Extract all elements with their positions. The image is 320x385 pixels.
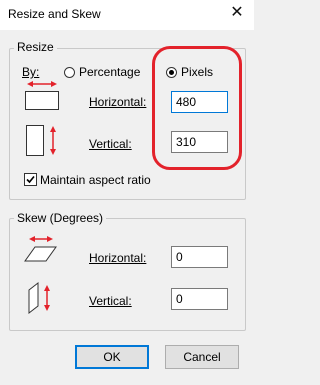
skew-vertical-icon — [28, 281, 50, 315]
resize-horizontal-icon — [25, 81, 59, 110]
ok-button[interactable]: OK — [75, 345, 149, 369]
close-icon[interactable]: ✕ — [228, 4, 246, 22]
resize-vertical-icon — [26, 125, 56, 156]
title-bar: Resize and Skew ✕ — [0, 0, 254, 30]
percentage-radio[interactable] — [64, 67, 75, 78]
checkmark-icon — [26, 175, 35, 184]
resize-horizontal-label: Horizontal: — [89, 95, 147, 109]
resize-skew-dialog: Resize and Skew ✕ Resize By: Percentage … — [0, 0, 254, 385]
resize-vertical-label: Vertical: — [89, 137, 132, 151]
by-label: By: — [22, 65, 40, 79]
resize-legend: Resize — [14, 40, 57, 54]
dialog-title: Resize and Skew — [8, 7, 101, 21]
maintain-aspect-checkbox[interactable] — [24, 173, 37, 186]
skew-horizontal-label: Horizontal: — [89, 251, 147, 265]
cancel-button[interactable]: Cancel — [165, 345, 239, 369]
skew-vertical-label: Vertical: — [89, 294, 132, 308]
percentage-label[interactable]: Percentage — [79, 65, 140, 79]
skew-horizontal-icon — [24, 236, 57, 262]
skew-legend: Skew (Degrees) — [14, 211, 107, 225]
maintain-aspect-label[interactable]: Maintain aspect ratio — [40, 173, 151, 187]
highlight-annotation — [152, 46, 242, 170]
skew-horizontal-input[interactable]: 0 — [171, 246, 228, 268]
skew-vertical-input[interactable]: 0 — [171, 288, 228, 310]
